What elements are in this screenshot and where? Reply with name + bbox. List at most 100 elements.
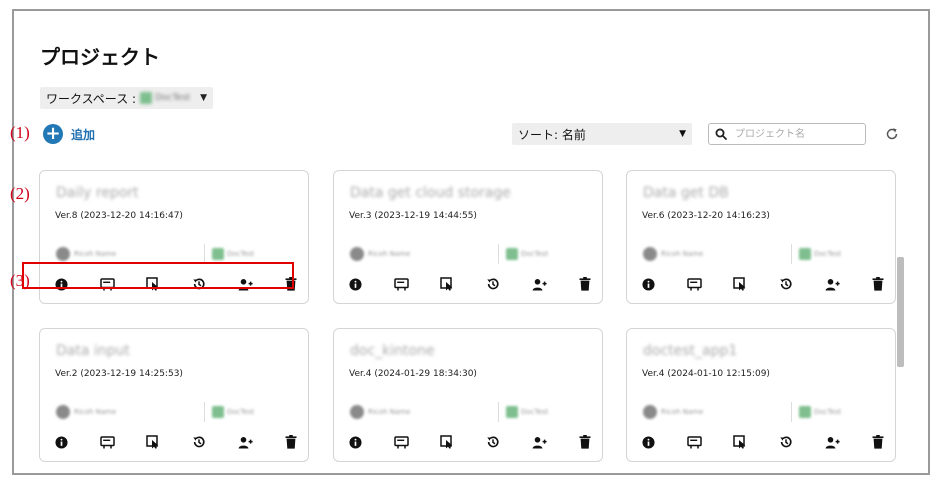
run-icon <box>440 435 454 449</box>
avatar <box>643 405 657 419</box>
annotation-label-2: (2) <box>10 184 30 203</box>
delete-button[interactable] <box>576 433 594 451</box>
info-button[interactable] <box>346 275 364 293</box>
project-title[interactable]: doctest_app1 <box>643 343 737 359</box>
workspace-label: ワークスペース : <box>46 91 137 106</box>
run-button[interactable] <box>438 433 456 451</box>
share-user-button[interactable] <box>530 433 548 451</box>
run-icon <box>440 277 454 291</box>
run-button[interactable] <box>144 433 162 451</box>
project-owner: Ricoh Name <box>56 405 116 419</box>
search-box <box>708 123 866 145</box>
project-title[interactable]: Data input <box>56 343 130 359</box>
workspace-color-icon <box>140 92 153 104</box>
share-user-button[interactable] <box>236 433 254 451</box>
history-button[interactable] <box>484 275 502 293</box>
project-version: Ver.8 (2023-12-20 14:16:47) <box>55 211 183 221</box>
run-button[interactable] <box>731 433 749 451</box>
run-icon <box>733 277 747 291</box>
info-button[interactable] <box>639 275 657 293</box>
preview-button[interactable] <box>392 433 410 451</box>
workspace-name: DocTest <box>814 408 842 416</box>
delete-button[interactable] <box>282 433 300 451</box>
share-user-button[interactable] <box>823 275 841 293</box>
project-card[interactable]: doctest_app1 Ver.4 (2024-01-10 12:15:09) R… <box>626 328 896 462</box>
project-title[interactable]: Daily report <box>56 185 139 201</box>
history-icon <box>192 435 206 449</box>
card-action-bar <box>346 275 592 293</box>
project-version: Ver.3 (2023-12-19 14:44:55) <box>349 211 477 221</box>
share-user-icon <box>532 278 547 291</box>
history-icon <box>779 435 793 449</box>
project-card[interactable]: Data input Ver.2 (2023-12-19 14:25:53) Ric… <box>39 328 309 462</box>
run-icon <box>146 435 160 449</box>
project-workspace: DocTest <box>506 248 548 260</box>
info-button[interactable] <box>52 433 70 451</box>
preview-button[interactable] <box>685 275 703 293</box>
share-user-button[interactable] <box>823 433 841 451</box>
scrollbar-thumb[interactable] <box>897 257 904 367</box>
history-button[interactable] <box>777 433 795 451</box>
info-icon <box>348 277 362 291</box>
workspace-name: DocTest <box>814 250 842 258</box>
info-icon <box>348 435 362 449</box>
refresh-button[interactable] <box>885 126 899 145</box>
delete-button[interactable] <box>869 275 887 293</box>
workspace-color-icon <box>212 406 224 418</box>
project-owner: Ricoh Name <box>56 247 116 261</box>
refresh-icon <box>886 128 898 140</box>
avatar <box>56 247 70 261</box>
project-workspace: DocTest <box>799 406 841 418</box>
workspace-color-icon <box>212 248 224 260</box>
info-button[interactable] <box>639 433 657 451</box>
project-title[interactable]: doc_kintone <box>350 343 435 359</box>
history-icon <box>486 277 500 291</box>
search-icon <box>715 128 727 140</box>
add-project-label: 追加 <box>71 127 96 142</box>
project-workspace: DocTest <box>799 248 841 260</box>
preview-icon <box>393 435 409 449</box>
delete-button[interactable] <box>576 275 594 293</box>
owner-name: Ricoh Name <box>368 408 411 416</box>
plus-icon: + <box>43 124 63 144</box>
project-card[interactable]: Data get cloud storage Ver.3 (2023-12-19 … <box>333 170 603 304</box>
card-action-bar <box>639 275 885 293</box>
share-user-button[interactable] <box>530 275 548 293</box>
dropdown-caret-icon: ▼ <box>200 93 208 103</box>
run-icon <box>733 435 747 449</box>
avatar <box>56 405 70 419</box>
card-action-bar <box>346 433 592 451</box>
annotation-highlight-box <box>22 262 294 289</box>
run-button[interactable] <box>438 275 456 293</box>
add-project-button[interactable]: + 追加 <box>43 124 95 144</box>
preview-button[interactable] <box>685 433 703 451</box>
delete-icon <box>872 277 884 291</box>
dropdown-caret-icon: ▼ <box>679 129 686 139</box>
divider <box>791 244 792 264</box>
project-workspace: DocTest <box>212 406 254 418</box>
run-button[interactable] <box>731 275 749 293</box>
preview-icon <box>686 435 702 449</box>
project-card[interactable]: doc_kintone Ver.4 (2024-01-29 18:34:30) Ri… <box>333 328 603 462</box>
project-card[interactable]: Data get DB Ver.6 (2023-12-20 14:16:23) Ri… <box>626 170 896 304</box>
history-button[interactable] <box>777 275 795 293</box>
preview-button[interactable] <box>392 275 410 293</box>
search-input[interactable] <box>733 127 857 141</box>
history-button[interactable] <box>190 433 208 451</box>
project-owner: Ricoh Name <box>350 247 410 261</box>
info-icon <box>641 277 655 291</box>
delete-button[interactable] <box>869 433 887 451</box>
card-action-bar <box>52 433 298 451</box>
annotation-label-1: (1) <box>10 123 30 142</box>
project-title[interactable]: Data get DB <box>643 185 729 201</box>
share-user-icon <box>532 436 547 449</box>
preview-button[interactable] <box>98 433 116 451</box>
history-button[interactable] <box>484 433 502 451</box>
info-button[interactable] <box>346 433 364 451</box>
sort-select[interactable]: ソート: 名前 ▼ <box>512 123 692 145</box>
share-user-icon <box>825 436 840 449</box>
workspace-selector[interactable]: ワークスペース : DocTest ▼ <box>40 87 214 109</box>
workspace-name: DocTest <box>521 408 549 416</box>
project-title[interactable]: Data get cloud storage <box>350 185 511 201</box>
app-window: プロジェクト ワークスペース : DocTest ▼ + 追加 ソート: 名前 … <box>12 9 930 475</box>
